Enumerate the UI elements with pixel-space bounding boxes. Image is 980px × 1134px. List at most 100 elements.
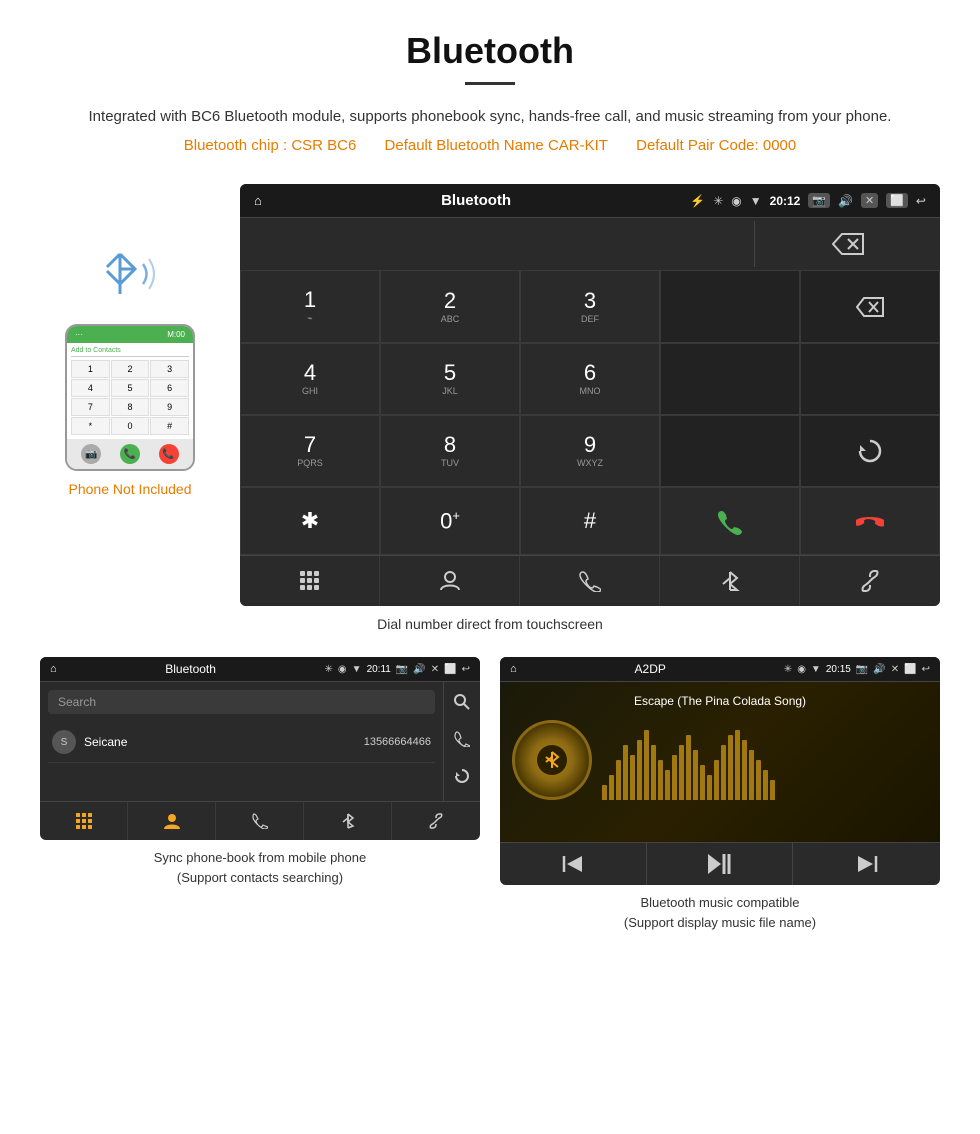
music-play-pause-btn[interactable] <box>647 843 794 885</box>
eq-bar <box>770 780 775 800</box>
car-window-icon[interactable]: ⬜ <box>886 193 908 208</box>
music-back-icon[interactable]: ↩ <box>922 664 930 675</box>
pb-btn-dialpad[interactable] <box>40 802 128 840</box>
key-4[interactable]: 4 GHI <box>240 343 380 415</box>
music-content: Escape (The Pina Colada Song) <box>500 682 940 842</box>
phonebook-wrapper: ⌂ Bluetooth ✳ ◉ ▼ 20:11 📷 🔊 ✕ ⬜ ↩ <box>40 657 480 932</box>
song-title: Escape (The Pina Colada Song) <box>634 694 806 708</box>
music-header: ⌂ A2DP ✳ ◉ ▼ 20:15 📷 🔊 ✕ ⬜ ↩ <box>500 657 940 682</box>
phone-status-text: M:00 <box>167 330 185 339</box>
phone-camera-btn: 📷 <box>81 444 101 464</box>
contact-row[interactable]: S Seicane 13566664466 <box>48 722 435 763</box>
pb-signal-icon: ▼ <box>352 664 362 675</box>
name-spec: Default Bluetooth Name CAR-KIT <box>385 137 608 154</box>
music-window-icon[interactable]: ⬜ <box>904 664 916 675</box>
dial-backspace-area <box>754 221 940 267</box>
pb-close-icon[interactable]: ✕ <box>431 664 439 675</box>
key-1[interactable]: 1 ⌁ <box>240 270 380 343</box>
pb-call-icon-btn[interactable] <box>448 725 476 758</box>
eq-bar <box>644 730 649 800</box>
pb-title: Bluetooth <box>165 662 216 676</box>
phone-key-4: 4 <box>71 379 110 397</box>
search-bar[interactable]: Search <box>48 690 435 714</box>
album-center <box>537 745 567 775</box>
pb-btn-bt[interactable] <box>304 802 392 840</box>
eq-bar <box>609 775 614 800</box>
phone-key-6: 6 <box>150 379 189 397</box>
key-7[interactable]: 7 PQRS <box>240 415 380 487</box>
dial-number-display <box>240 218 754 270</box>
key-star[interactable]: ✱ <box>240 487 380 555</box>
phone-bottom-bar: 📷 📞 📞 <box>67 439 193 469</box>
eq-bar <box>616 760 621 800</box>
key-8[interactable]: 8 TUV <box>380 415 520 487</box>
pb-btn-phone[interactable] <box>216 802 304 840</box>
pb-refresh-icon-btn[interactable] <box>448 762 476 795</box>
car-camera-icon[interactable]: 📷 <box>808 193 830 208</box>
car-close-icon[interactable]: ✕ <box>861 193 878 208</box>
music-home-icon[interactable]: ⌂ <box>510 663 517 675</box>
music-prev-btn[interactable] <box>500 843 647 885</box>
key-3[interactable]: 3 DEF <box>520 270 660 343</box>
phone-key-hash: # <box>150 417 189 435</box>
key-backspace[interactable] <box>800 270 940 343</box>
eq-bar <box>735 730 740 800</box>
music-close-icon[interactable]: ✕ <box>891 664 899 675</box>
car-volume-icon[interactable]: 🔊 <box>838 194 853 208</box>
pb-back-icon[interactable]: ↩ <box>462 664 470 675</box>
music-camera-icon[interactable]: 📷 <box>856 664 868 675</box>
pb-camera-icon[interactable]: 📷 <box>396 664 408 675</box>
key-call[interactable] <box>660 487 800 555</box>
phone-key-3: 3 <box>150 360 189 378</box>
dial-caption: Dial number direct from touchscreen <box>40 616 940 632</box>
contact-name: Seicane <box>84 735 364 749</box>
pb-search-icon-btn[interactable] <box>448 688 476 721</box>
music-next-btn[interactable] <box>793 843 940 885</box>
car-screen-title: Bluetooth <box>441 192 511 209</box>
phone-status: ··· <box>75 330 83 339</box>
key-hash[interactable]: # <box>520 487 660 555</box>
key-5[interactable]: 5 JKL <box>380 343 520 415</box>
eq-bar <box>700 765 705 800</box>
pb-btn-link[interactable] <box>392 802 480 840</box>
bottom-screens: ⌂ Bluetooth ✳ ◉ ▼ 20:11 📷 🔊 ✕ ⬜ ↩ <box>40 657 940 932</box>
car-btn-link[interactable] <box>800 556 940 606</box>
phone-end-btn: 📞 <box>159 444 179 464</box>
pb-volume-icon[interactable]: 🔊 <box>413 664 425 675</box>
car-btn-dialpad[interactable] <box>240 556 380 606</box>
pb-btn-contacts[interactable] <box>128 802 216 840</box>
eq-bar <box>721 745 726 800</box>
specs-line: Bluetooth chip : CSR BC6 Default Bluetoo… <box>40 137 940 154</box>
phonebook-side-icons <box>443 682 480 801</box>
car-signal-icon: ▼ <box>750 194 762 208</box>
key-2[interactable]: 2 ABC <box>380 270 520 343</box>
car-home-icon[interactable]: ⌂ <box>254 193 262 208</box>
car-back-icon[interactable]: ↩ <box>916 194 926 208</box>
key-6[interactable]: 6 MNO <box>520 343 660 415</box>
car-btn-bluetooth[interactable] <box>660 556 800 606</box>
eq-bar <box>679 745 684 800</box>
pb-bottom-bar <box>40 801 480 840</box>
car-btn-phone[interactable] <box>520 556 660 606</box>
phonebook-caption: Sync phone-book from mobile phone (Suppo… <box>40 848 480 887</box>
car-btn-contacts[interactable] <box>380 556 520 606</box>
music-title-header: A2DP <box>635 662 666 676</box>
key-end-call[interactable] <box>800 487 940 555</box>
key-row3-col4 <box>660 415 800 487</box>
pb-location-icon: ◉ <box>338 664 347 675</box>
contact-number: 13566664466 <box>364 736 431 748</box>
music-volume-icon[interactable]: 🔊 <box>873 664 885 675</box>
key-refresh[interactable] <box>800 415 940 487</box>
title-divider <box>465 82 515 85</box>
contact-avatar: S <box>52 730 76 754</box>
phone-key-5: 5 <box>111 379 150 397</box>
eq-bar <box>623 745 628 800</box>
key-9[interactable]: 9 WXYZ <box>520 415 660 487</box>
key-0[interactable]: 0+ <box>380 487 520 555</box>
eq-bar <box>763 770 768 800</box>
eq-bar <box>693 750 698 800</box>
pb-home-icon[interactable]: ⌂ <box>50 663 57 675</box>
key-row1-col4 <box>660 270 800 343</box>
pb-window-icon[interactable]: ⬜ <box>444 664 456 675</box>
music-caption: Bluetooth music compatible (Support disp… <box>500 893 940 932</box>
